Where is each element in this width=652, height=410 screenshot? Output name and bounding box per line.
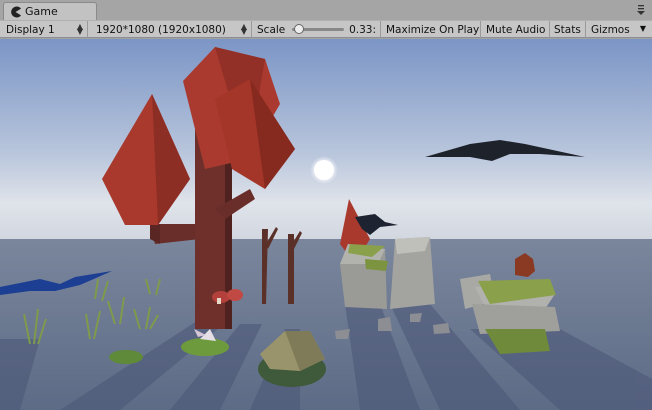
- tab-game[interactable]: Game: [3, 2, 97, 20]
- window-menu-icon[interactable]: [636, 4, 646, 16]
- sky: [0, 39, 652, 249]
- pacman-icon: [11, 6, 21, 18]
- scale-control: Scale 0.33:: [253, 21, 381, 38]
- scene-render: [0, 39, 652, 410]
- resolution-dropdown[interactable]: 1920*1080 (1920x1080) ▲ ▼: [92, 21, 252, 38]
- sun-disk: [314, 160, 334, 180]
- stats-label: Stats: [554, 23, 581, 36]
- tab-label: Game: [25, 5, 58, 18]
- game-toolbar: Display 1 ▲ ▼ 1920*1080 (1920x1080) ▲ ▼ Sc…: [0, 20, 652, 38]
- display-dropdown[interactable]: Display 1 ▲ ▼: [2, 21, 88, 38]
- stats-toggle[interactable]: Stats: [550, 21, 586, 38]
- dropdown-arrows-icon: ▲ ▼: [240, 22, 247, 36]
- scale-value: 0.33:: [349, 23, 376, 36]
- scale-slider[interactable]: [292, 24, 345, 34]
- dropdown-arrows-icon: ▲ ▼: [76, 22, 83, 36]
- maximize-on-play-toggle[interactable]: Maximize On Play: [382, 21, 481, 38]
- resolution-label: 1920*1080 (1920x1080): [96, 23, 226, 36]
- maximize-label: Maximize On Play: [386, 23, 480, 36]
- tab-bar: Game: [0, 0, 652, 20]
- chevron-down-icon: ▼: [639, 24, 646, 33]
- scale-slider-thumb[interactable]: [294, 24, 305, 34]
- mute-label: Mute Audio: [486, 23, 546, 36]
- gizmos-label: Gizmos: [591, 23, 630, 36]
- scale-label: Scale: [257, 23, 286, 36]
- display-label: Display 1: [6, 23, 55, 36]
- mute-audio-toggle[interactable]: Mute Audio: [482, 21, 550, 38]
- game-viewport[interactable]: [0, 39, 652, 410]
- gizmos-dropdown[interactable]: Gizmos ▼: [587, 21, 650, 38]
